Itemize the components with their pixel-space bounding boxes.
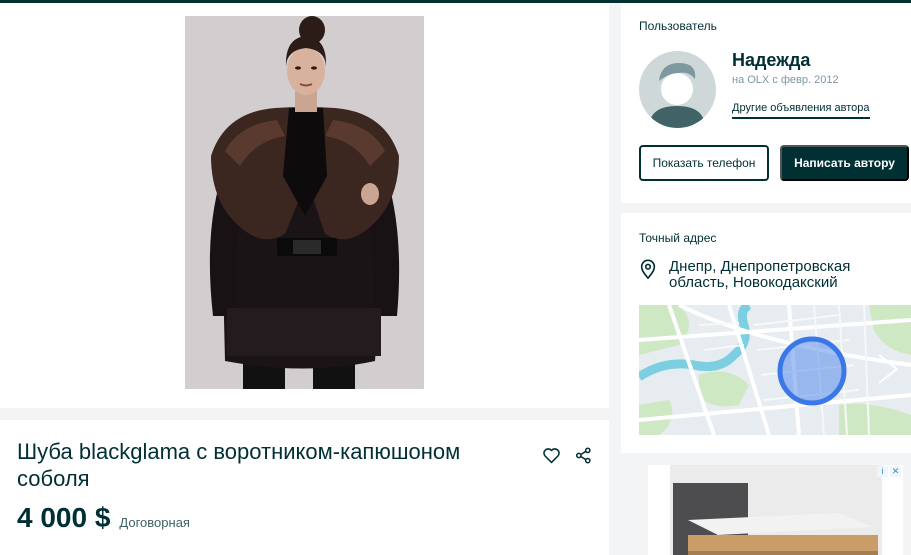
listing-title: Шуба blackglama с воротником-капюшоном с…	[17, 439, 461, 491]
user-since: на OLX с февр. 2012	[732, 74, 839, 86]
advertisement[interactable]: i ✕	[648, 465, 903, 555]
negotiable-label: Договорная	[119, 515, 190, 530]
photo-gallery	[0, 3, 609, 408]
ad-info-icon[interactable]: i	[877, 466, 888, 477]
fur-coat-photo-illustration	[185, 16, 424, 389]
price-row: 4 000 $ Договорная	[17, 502, 190, 534]
address-text: Днепр, Днепропетровская область, Новокод…	[669, 258, 851, 291]
show-phone-button[interactable]: Показать телефон	[639, 145, 769, 181]
address-card: Точный адрес Днепр, Днепропетровская обл…	[621, 213, 911, 453]
address-line: Днепр, Днепропетровская область, Новокод…	[639, 259, 899, 291]
listing-photo[interactable]	[185, 16, 424, 389]
price: 4 000 $	[17, 502, 111, 533]
message-author-button[interactable]: Написать автору	[780, 145, 909, 181]
share-icon[interactable]	[573, 445, 593, 465]
user-section-label: Пользователь	[639, 19, 717, 33]
location-map[interactable]	[639, 305, 911, 435]
bed-ad-image	[648, 465, 903, 555]
address-section-label: Точный адрес	[639, 231, 717, 245]
ad-badges: i ✕	[877, 466, 901, 477]
other-ads-link[interactable]: Другие объявления автора	[732, 102, 870, 119]
ad-close-icon[interactable]: ✕	[890, 466, 901, 477]
listing-summary: Шуба blackglama с воротником-капюшоном с…	[0, 420, 609, 555]
listing-actions	[541, 445, 593, 465]
heart-icon[interactable]	[541, 445, 561, 465]
user-name: Надежда	[732, 50, 811, 70]
location-pin-icon	[639, 259, 657, 291]
user-card: Пользователь Надежда на OLX с февр. 2012…	[621, 3, 911, 203]
avatar[interactable]	[639, 51, 716, 128]
